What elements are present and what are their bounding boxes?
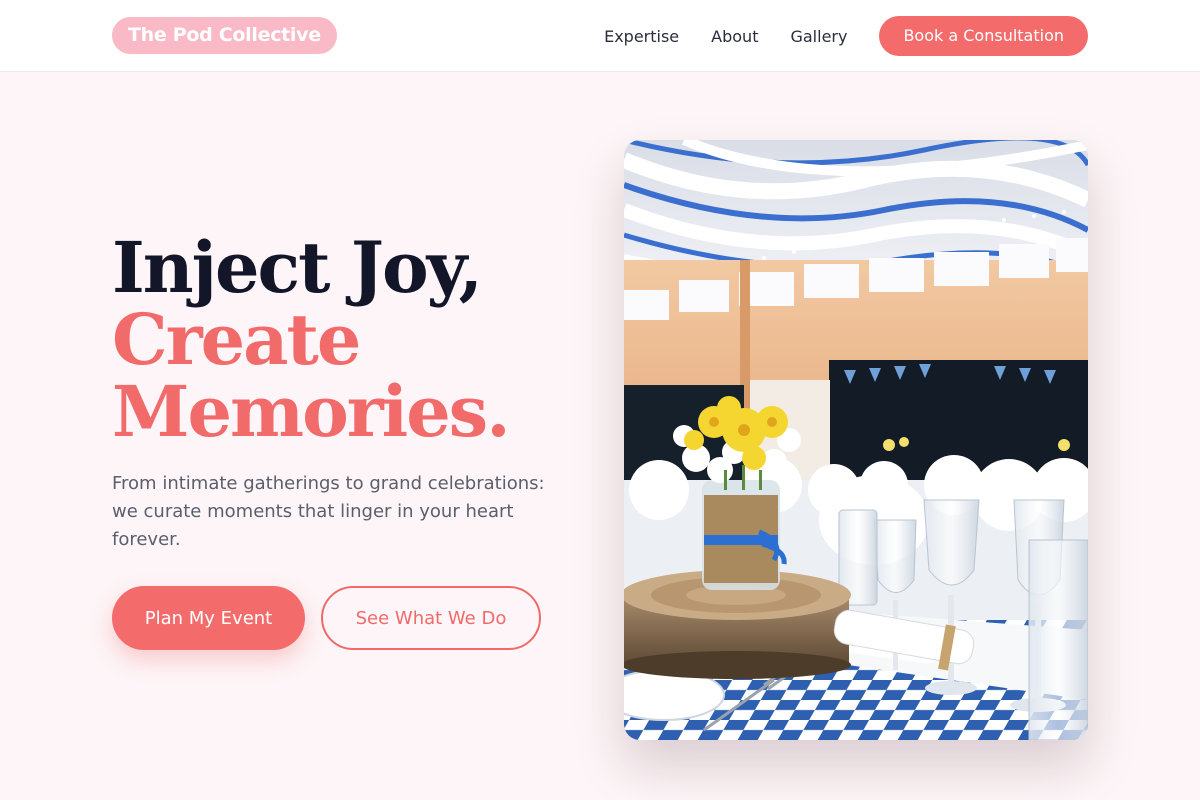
hero-event-photo	[624, 140, 1088, 740]
nav-link-about[interactable]: About	[711, 27, 758, 46]
see-what-we-do-button[interactable]: See What We Do	[321, 586, 541, 650]
plan-my-event-button[interactable]: Plan My Event	[112, 586, 305, 650]
book-consultation-button[interactable]: Book a Consultation	[879, 16, 1088, 56]
brand-logo[interactable]: The Pod Collective	[112, 17, 337, 54]
hero-title-line-2: Create	[112, 298, 361, 381]
nav-link-expertise[interactable]: Expertise	[604, 27, 679, 46]
main-nav: Expertise About Gallery Book a Consultat…	[604, 16, 1088, 56]
nav-link-gallery[interactable]: Gallery	[790, 27, 847, 46]
flower-jar-vase	[702, 480, 787, 590]
banquet-hall-illustration	[624, 140, 1088, 740]
hero-title: Inject Joy, Create Memories.	[112, 226, 511, 453]
hero-subtitle: From intimate gatherings to grand celebr…	[112, 473, 545, 550]
site-header: The Pod Collective Expertise About Galle…	[0, 0, 1200, 72]
hero-title-line-1: Inject Joy,	[112, 226, 483, 309]
hero-title-line-3: Memories.	[112, 370, 511, 453]
